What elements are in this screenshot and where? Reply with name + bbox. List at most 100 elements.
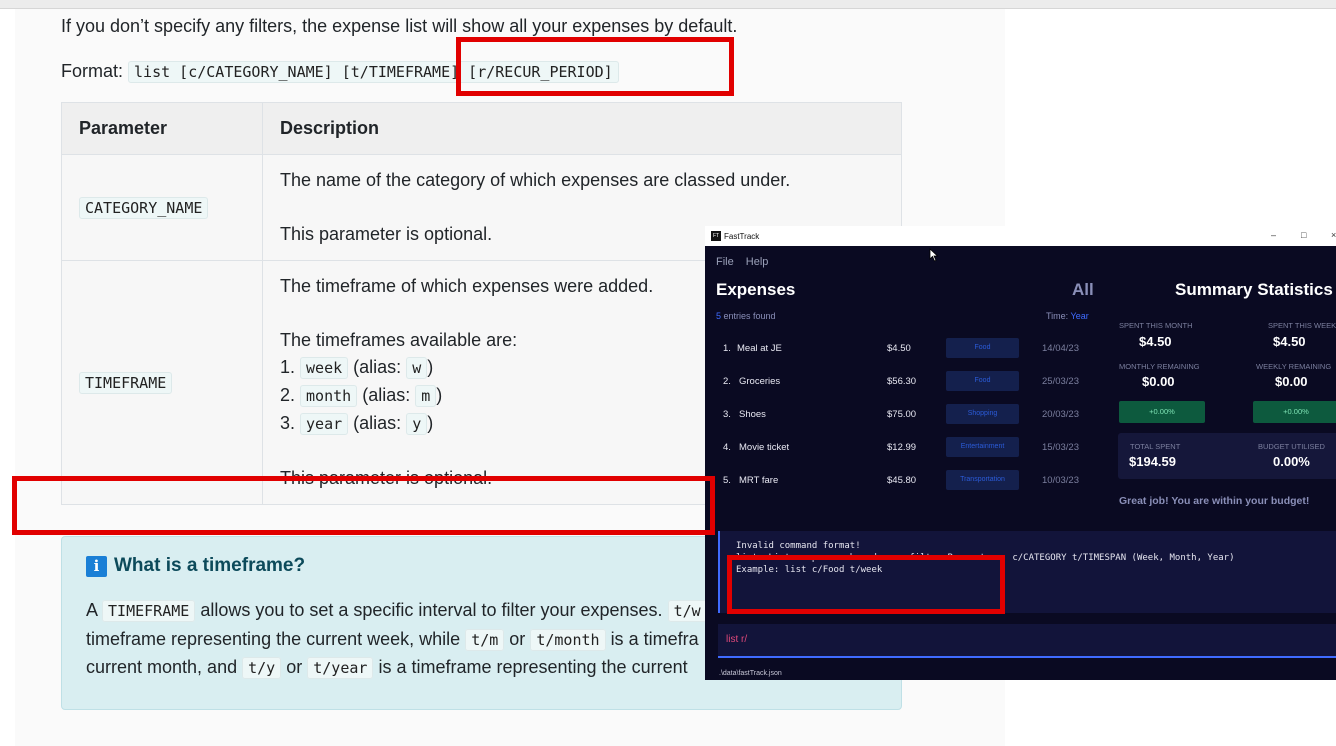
expense-category-tag: Entertainment xyxy=(946,437,1019,457)
alias-label: (alias: xyxy=(362,385,411,405)
paren: ) xyxy=(427,357,434,377)
expense-date: 10/03/23 xyxy=(1042,475,1079,486)
expense-date: 20/03/23 xyxy=(1042,409,1079,420)
annotation-box xyxy=(12,476,715,535)
expense-category-tag: Transportation xyxy=(946,470,1019,490)
info-body: A TIMEFRAME allows you to set a specific… xyxy=(86,597,707,683)
header-description: Description xyxy=(262,102,902,155)
entries-text: entries found xyxy=(723,311,776,321)
browser-top-bar xyxy=(0,0,1336,9)
minimize-button[interactable]: – xyxy=(1271,230,1276,240)
total-spent-label: TOTAL SPENT xyxy=(1130,442,1181,451)
entries-count: 5 xyxy=(716,311,722,321)
expense-date: 15/03/23 xyxy=(1042,442,1079,453)
param-cell: TIMEFRAME xyxy=(61,260,263,505)
weekly-change-badge: +0.00% xyxy=(1253,401,1336,423)
expense-name: Groceries xyxy=(739,376,781,387)
expense-amount: $12.99 xyxy=(887,442,917,453)
info-title: i What is a timeframe? xyxy=(86,555,305,577)
budget-utilised-label: BUDGET UTILISED xyxy=(1258,442,1325,451)
list-number: 2. xyxy=(280,385,296,405)
budget-utilised-value: 0.00% xyxy=(1273,454,1310,469)
timeframe-code: year xyxy=(300,413,349,435)
command-input[interactable]: list r/ xyxy=(726,634,747,645)
info-text: or xyxy=(509,628,526,649)
mouse-cursor-icon xyxy=(929,248,939,262)
weekly-remaining-value: $0.00 xyxy=(1275,374,1308,389)
info-code: t/m xyxy=(465,628,505,651)
expense-amount: $45.80 xyxy=(887,475,917,486)
info-text: current month, and xyxy=(86,657,238,677)
info-icon: i xyxy=(86,555,107,577)
alias-code: w xyxy=(406,357,428,379)
monthly-remaining-value: $0.00 xyxy=(1142,374,1175,389)
summary-title: Summary Statistics xyxy=(1175,280,1333,299)
close-button[interactable]: × xyxy=(1331,230,1336,240)
command-box[interactable]: list r/ xyxy=(718,624,1336,658)
maximize-button[interactable]: □ xyxy=(1301,230,1306,240)
param-cell: CATEGORY_NAME xyxy=(61,154,263,261)
expense-name: Shoes xyxy=(739,409,766,420)
window-titlebar[interactable]: FT FastTrack – □ × xyxy=(705,226,1336,246)
time-value: Year xyxy=(1070,311,1089,321)
expense-amount: $75.00 xyxy=(887,409,917,420)
alias-code: m xyxy=(415,385,437,407)
alias-label: (alias: xyxy=(353,357,402,377)
annotation-box xyxy=(456,37,734,96)
expense-index: 2. xyxy=(723,376,731,387)
alias-label: (alias: xyxy=(353,413,402,433)
param-category-name: CATEGORY_NAME xyxy=(79,197,209,219)
spent-week-value: $4.50 xyxy=(1273,334,1306,349)
expense-index: 5. xyxy=(723,475,731,486)
intro-paragraph: If you don’t specify any filters, the ex… xyxy=(61,16,738,36)
time-label: Time: xyxy=(1046,311,1069,321)
time-filter: Time: Year xyxy=(1046,311,1089,321)
format-label: Format: xyxy=(61,61,124,81)
list-number: 3. xyxy=(280,413,296,433)
info-code: t/month xyxy=(530,628,606,651)
expense-name: MRT fare xyxy=(739,475,779,486)
window-title: FastTrack xyxy=(724,232,760,241)
info-code: t/y xyxy=(242,657,282,679)
timeframe-code: week xyxy=(300,357,349,379)
expenses-title: Expenses xyxy=(716,280,796,299)
menu-bar: File Help xyxy=(716,256,777,268)
budget-message: Great job! You are within your budget! xyxy=(1119,495,1310,507)
info-code: t/year xyxy=(307,657,374,679)
expense-amount: $56.30 xyxy=(887,376,917,387)
info-text: timeframe representing the current week,… xyxy=(86,628,461,649)
info-line: A TIMEFRAME allows you to set a specific… xyxy=(86,597,707,626)
info-code: TIMEFRAME xyxy=(102,600,196,622)
timeframe-code: month xyxy=(300,385,358,407)
paren: ) xyxy=(427,413,434,433)
info-line: current month, and t/y or t/year is a ti… xyxy=(86,654,707,683)
status-bar-path: .\data\fastTrack.json xyxy=(719,670,782,677)
spent-month-label: SPENT THIS MONTH xyxy=(1119,321,1193,330)
monthly-change-badge: +0.00% xyxy=(1119,401,1205,423)
expense-category-tag: Food xyxy=(946,338,1019,358)
menu-help[interactable]: Help xyxy=(746,256,769,268)
result-line: Invalid command format! xyxy=(736,541,861,551)
menu-file[interactable]: File xyxy=(716,256,734,268)
info-text: A xyxy=(86,600,98,620)
info-text: allows you to set a specific interval to… xyxy=(200,600,663,620)
weekly-remaining-label: WEEKLY REMAINING xyxy=(1256,362,1332,371)
expense-name: Movie ticket xyxy=(739,442,790,453)
entries-found: 5 entries found xyxy=(716,311,776,321)
info-text: is a timefra xyxy=(610,628,699,649)
app-icon: FT xyxy=(711,231,721,241)
expense-amount: $4.50 xyxy=(887,343,911,354)
spent-week-label: SPENT THIS WEEK xyxy=(1268,321,1336,330)
info-text: is a timeframe representing the current xyxy=(378,657,688,677)
expense-index: 1. xyxy=(723,343,731,354)
expense-category-tag: Food xyxy=(946,371,1019,391)
param-timeframe: TIMEFRAME xyxy=(79,372,173,394)
expense-name: Meal at JE xyxy=(737,343,782,354)
total-spent-value: $194.59 xyxy=(1129,454,1176,469)
expense-date: 25/03/23 xyxy=(1042,376,1079,387)
expense-index: 4. xyxy=(723,442,731,453)
alias-code: y xyxy=(406,413,428,435)
header-parameter: Parameter xyxy=(61,102,263,155)
list-number: 1. xyxy=(280,357,296,377)
filter-label: All xyxy=(1072,280,1094,299)
